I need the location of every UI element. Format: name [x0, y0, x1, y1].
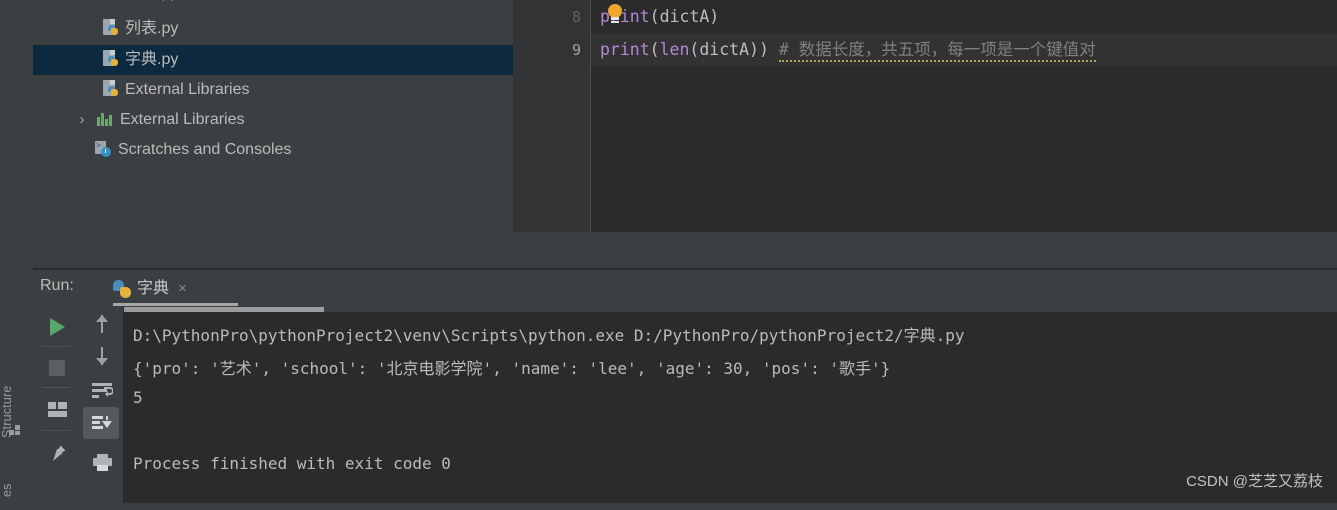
- pin-icon: [49, 444, 67, 462]
- run-label: Run:: [40, 277, 74, 294]
- list-item[interactable]: External Libraries: [33, 75, 513, 105]
- console-line: {'pro': '艺术', 'school': '北京电影学院', 'name'…: [133, 359, 891, 378]
- run-config-tab-label: 字典: [137, 280, 170, 297]
- console-line: 5: [133, 388, 143, 407]
- print-button[interactable]: [83, 446, 119, 478]
- stop-button[interactable]: [39, 352, 75, 384]
- scroll-to-end-button[interactable]: [83, 407, 119, 439]
- run-toolbar-left: [33, 306, 80, 503]
- layout-icon: [48, 402, 67, 417]
- libraries-icon: [97, 112, 114, 126]
- soft-wrap-button[interactable]: [83, 374, 119, 406]
- tree-item-label: 字典.py: [125, 51, 179, 68]
- python-file-icon: [103, 19, 120, 37]
- tool-window-tab-structure[interactable]: Structure: [0, 352, 33, 472]
- arrow-down-icon: [95, 347, 109, 365]
- editor-code-area[interactable]: print(dictA) print(len(dictA)) # 数据长度，共五…: [591, 0, 1337, 232]
- python-file-icon: [103, 0, 120, 1]
- editor-bottom-spacer: [513, 232, 1337, 268]
- console-line: D:\PythonPro\pythonProject2\venv\Scripts…: [133, 326, 965, 345]
- intention-bulb-icon[interactable]: [607, 4, 623, 25]
- pin-tab-button[interactable]: [39, 437, 75, 469]
- tool-window-tab-favorites[interactable]: es: [0, 470, 33, 510]
- tool-window-tab-favorites-label: es: [0, 483, 14, 497]
- console-line: Process finished with exit code 0: [133, 454, 451, 473]
- left-tool-strip: Structure es: [0, 0, 34, 503]
- run-panel-header: Run: 字典 ×: [33, 270, 1337, 306]
- editor-gutter[interactable]: 8 9: [513, 0, 591, 232]
- up-stack-button[interactable]: [83, 308, 119, 340]
- python-file-icon: [103, 80, 120, 98]
- pycharm-window: Structure es 元组.py 列表.: [0, 0, 1337, 503]
- list-item[interactable]: 列表.py: [33, 12, 513, 45]
- chevron-right-icon[interactable]: ›: [73, 105, 91, 135]
- tree-item-label: 列表.py: [125, 20, 179, 37]
- arrow-up-icon: [95, 315, 109, 333]
- list-item[interactable]: 元组.py: [33, 0, 513, 12]
- project-tree[interactable]: 元组.py 列表.py 字典.py: [33, 0, 513, 268]
- structure-icon: [9, 424, 23, 438]
- console-output[interactable]: D:\PythonPro\pythonProject2\venv\Scripts…: [124, 312, 1337, 503]
- run-config-tab[interactable]: 字典 ×: [113, 274, 187, 304]
- tree-item-label: 元组.py: [125, 0, 178, 1]
- restore-layout-button[interactable]: [39, 393, 75, 425]
- code-line-8[interactable]: print(dictA): [591, 0, 1337, 33]
- code-comment: # 数据长度，共五项，每一项是一个键值对: [778, 40, 1096, 62]
- scroll-to-end-icon: [92, 416, 112, 432]
- down-stack-button[interactable]: [83, 340, 119, 372]
- code-editor[interactable]: 8 9 print(dictA) print(len(dictA)) # 数据长…: [513, 0, 1337, 268]
- code-token-plain: (dictA)): [689, 40, 769, 59]
- scratches-icon: >: [95, 141, 112, 157]
- run-toolbar-right: [80, 306, 124, 503]
- line-number: 8: [571, 8, 581, 26]
- close-icon[interactable]: ×: [178, 280, 187, 297]
- python-icon: [113, 280, 131, 298]
- line-number-current: 9: [571, 41, 581, 59]
- soft-wrap-icon: [92, 383, 113, 398]
- tree-item-label: External Libraries: [120, 111, 245, 128]
- stop-icon: [49, 360, 65, 376]
- list-item[interactable]: › External Libraries: [33, 105, 513, 135]
- run-icon: [50, 318, 65, 336]
- run-tool-window: Run: 字典 × D:\PythonPro\pythonProject2\ve…: [33, 270, 1337, 503]
- tree-item-label: External Libraries: [125, 81, 250, 98]
- code-token-builtin: len: [659, 40, 690, 59]
- python-file-icon: [103, 50, 120, 68]
- tree-item-label: Scratches and Consoles: [118, 141, 292, 158]
- code-line-9[interactable]: print(len(dictA)) # 数据长度，共五项，每一项是一个键值对: [591, 33, 1337, 66]
- rerun-button[interactable]: [39, 310, 75, 342]
- code-token-plain: (: [649, 40, 660, 59]
- list-item-selected[interactable]: 字典.py: [33, 45, 513, 75]
- list-item[interactable]: > Scratches and Consoles: [33, 135, 513, 165]
- code-token-plain: (dictA): [649, 7, 720, 26]
- code-token-builtin: print: [600, 40, 650, 59]
- print-icon: [93, 454, 112, 471]
- csdn-watermark: CSDN @芝芝又荔枝: [1186, 473, 1323, 490]
